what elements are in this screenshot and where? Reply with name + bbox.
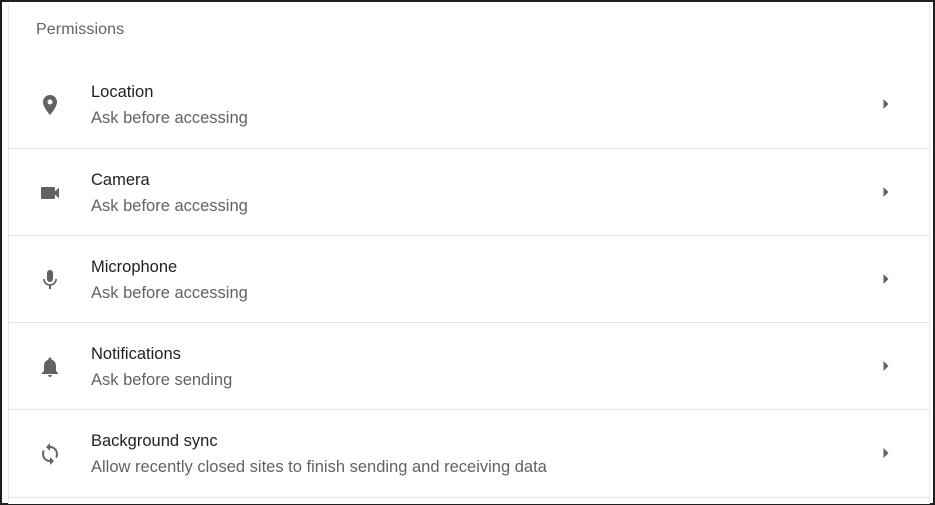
- permission-row-camera[interactable]: Camera Ask before accessing: [9, 148, 929, 235]
- row-text: Camera Ask before accessing: [91, 169, 248, 217]
- chevron-right-icon[interactable]: [880, 273, 892, 285]
- permissions-panel: Permissions Location Ask before accessin…: [8, 4, 930, 504]
- divider: [9, 497, 929, 498]
- row-text: Background sync Allow recently closed si…: [91, 430, 547, 478]
- row-subtitle: Ask before accessing: [91, 109, 248, 127]
- row-title: Notifications: [91, 345, 181, 363]
- bell-icon: [38, 355, 62, 379]
- row-subtitle: Ask before accessing: [91, 197, 248, 215]
- row-text: Microphone Ask before accessing: [91, 256, 248, 304]
- row-subtitle: Ask before sending: [91, 371, 233, 389]
- section-title: Permissions: [36, 21, 125, 38]
- row-subtitle: Allow recently closed sites to finish se…: [91, 458, 547, 476]
- sync-icon: [38, 442, 62, 466]
- row-text: Notifications Ask before sending: [91, 343, 232, 391]
- row-title: Microphone: [91, 258, 178, 276]
- row-subtitle: Ask before accessing: [91, 284, 248, 302]
- permission-row-background-sync[interactable]: Background sync Allow recently closed si…: [9, 409, 929, 496]
- chevron-right-icon[interactable]: [880, 98, 892, 110]
- permission-row-location[interactable]: Location Ask before accessing: [9, 61, 929, 148]
- permissions-list: Location Ask before accessing Camera Ask…: [9, 61, 929, 496]
- location-pin-icon: [38, 93, 62, 117]
- chevron-right-icon[interactable]: [880, 186, 892, 198]
- microphone-icon: [38, 268, 62, 292]
- chevron-right-icon[interactable]: [880, 360, 892, 372]
- row-text: Location Ask before accessing: [91, 81, 248, 129]
- chevron-right-icon[interactable]: [880, 447, 892, 459]
- row-title: Camera: [91, 171, 150, 189]
- permission-row-microphone[interactable]: Microphone Ask before accessing: [9, 235, 929, 322]
- row-title: Background sync: [91, 432, 218, 450]
- window-frame: Permissions Location Ask before accessin…: [0, 0, 935, 505]
- camera-icon: [38, 181, 62, 205]
- permission-row-notifications[interactable]: Notifications Ask before sending: [9, 322, 929, 409]
- row-title: Location: [91, 83, 154, 101]
